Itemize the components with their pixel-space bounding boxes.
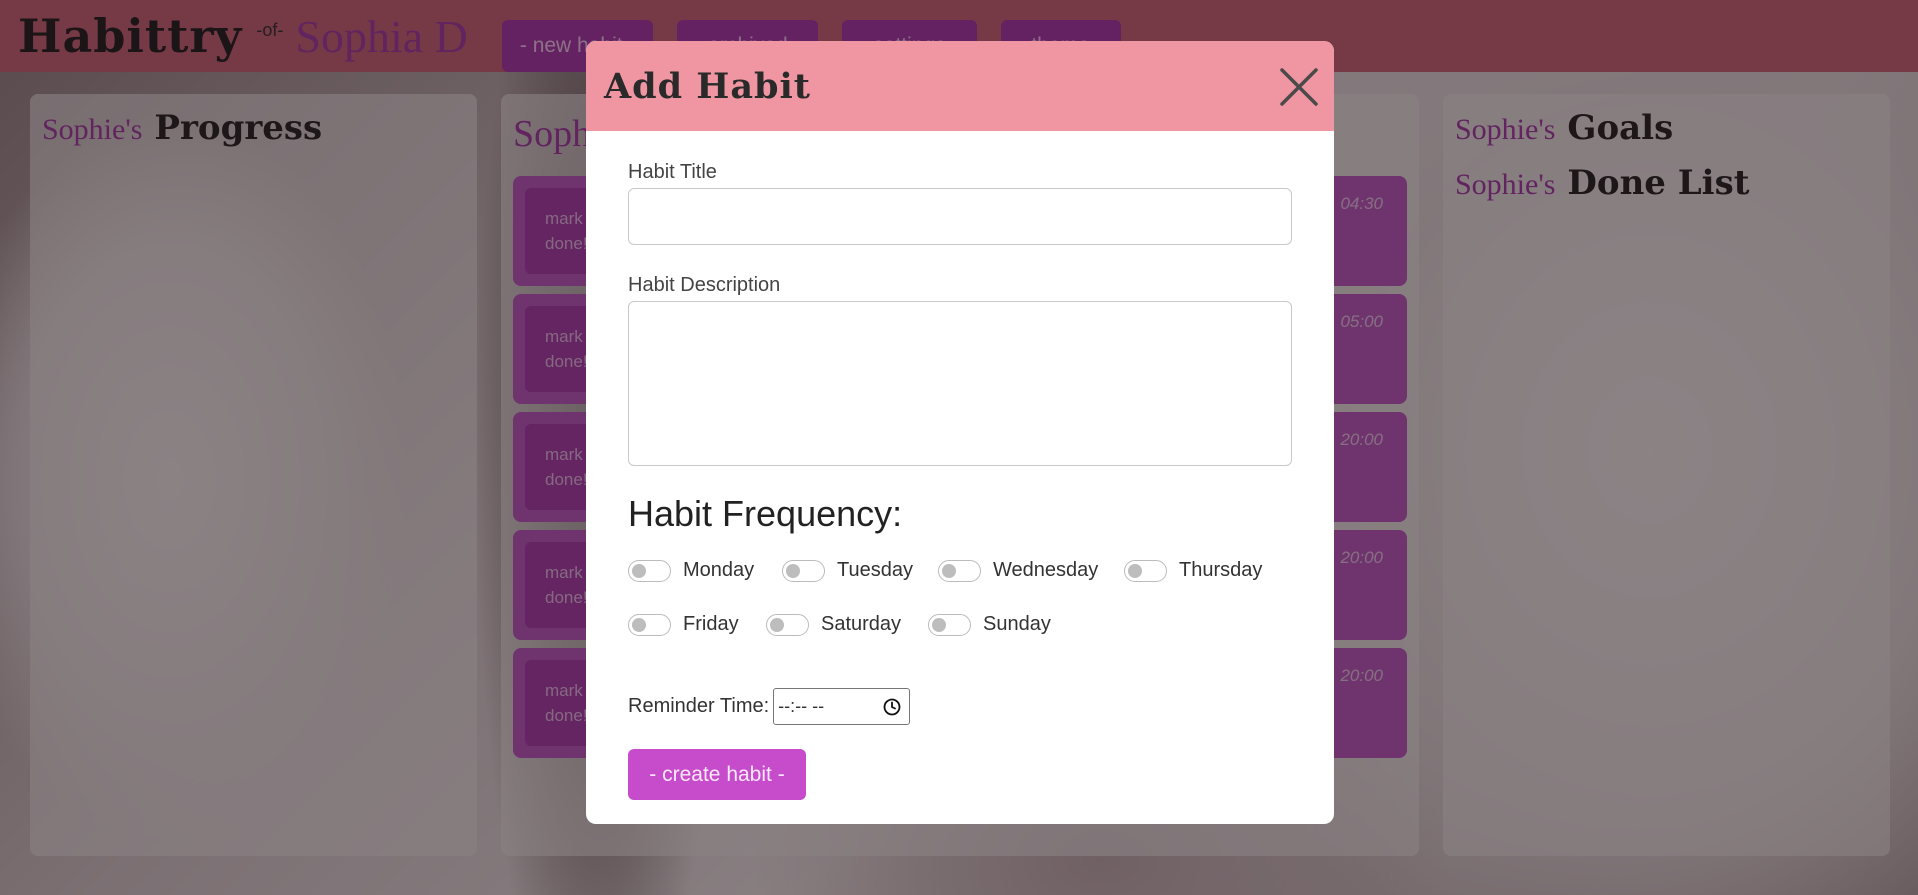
sunday-label: Sunday: [983, 613, 1051, 635]
create-habit-button[interactable]: - create habit -: [628, 749, 806, 800]
frequency-title: Habit Frequency:: [628, 493, 903, 534]
add-habit-modal: Add Habit Habit Title Habit Description …: [586, 41, 1334, 824]
friday-toggle[interactable]: [628, 613, 671, 636]
reminder-label: Reminder Time:: [628, 695, 770, 717]
habit-title-label: Habit Title: [628, 161, 717, 183]
modal-title: Add Habit: [604, 65, 811, 107]
monday-toggle[interactable]: [628, 559, 671, 582]
habit-title-input[interactable]: [628, 188, 1292, 245]
modal-header: Add Habit: [586, 41, 1334, 131]
tuesday-label: Tuesday: [837, 559, 913, 581]
day-saturday: Saturday: [766, 613, 901, 636]
sunday-toggle[interactable]: [928, 613, 971, 636]
saturday-toggle[interactable]: [766, 613, 809, 636]
thursday-label: Thursday: [1179, 559, 1263, 581]
monday-label: Monday: [683, 559, 755, 581]
habit-description-textarea[interactable]: [628, 301, 1292, 466]
day-monday: Monday: [628, 559, 754, 582]
day-sunday: Sunday: [928, 613, 1051, 636]
close-icon[interactable]: [1278, 66, 1320, 108]
day-thursday: Thursday: [1124, 559, 1262, 582]
saturday-label: Saturday: [821, 613, 902, 635]
day-friday: Friday: [628, 613, 739, 636]
tuesday-toggle[interactable]: [782, 559, 825, 582]
habit-description-label: Habit Description: [628, 274, 781, 296]
clock-icon[interactable]: [883, 698, 901, 716]
thursday-toggle[interactable]: [1124, 559, 1167, 582]
wednesday-label: Wednesday: [993, 559, 1099, 581]
reminder-placeholder: --:-- --: [778, 696, 825, 716]
reminder-row: Reminder Time: --:-- --: [628, 688, 911, 725]
day-tuesday: Tuesday: [782, 559, 913, 582]
wednesday-toggle[interactable]: [938, 559, 981, 582]
day-wednesday: Wednesday: [938, 559, 1098, 582]
friday-label: Friday: [683, 613, 739, 635]
reminder-time-input[interactable]: --:-- --: [773, 688, 911, 725]
